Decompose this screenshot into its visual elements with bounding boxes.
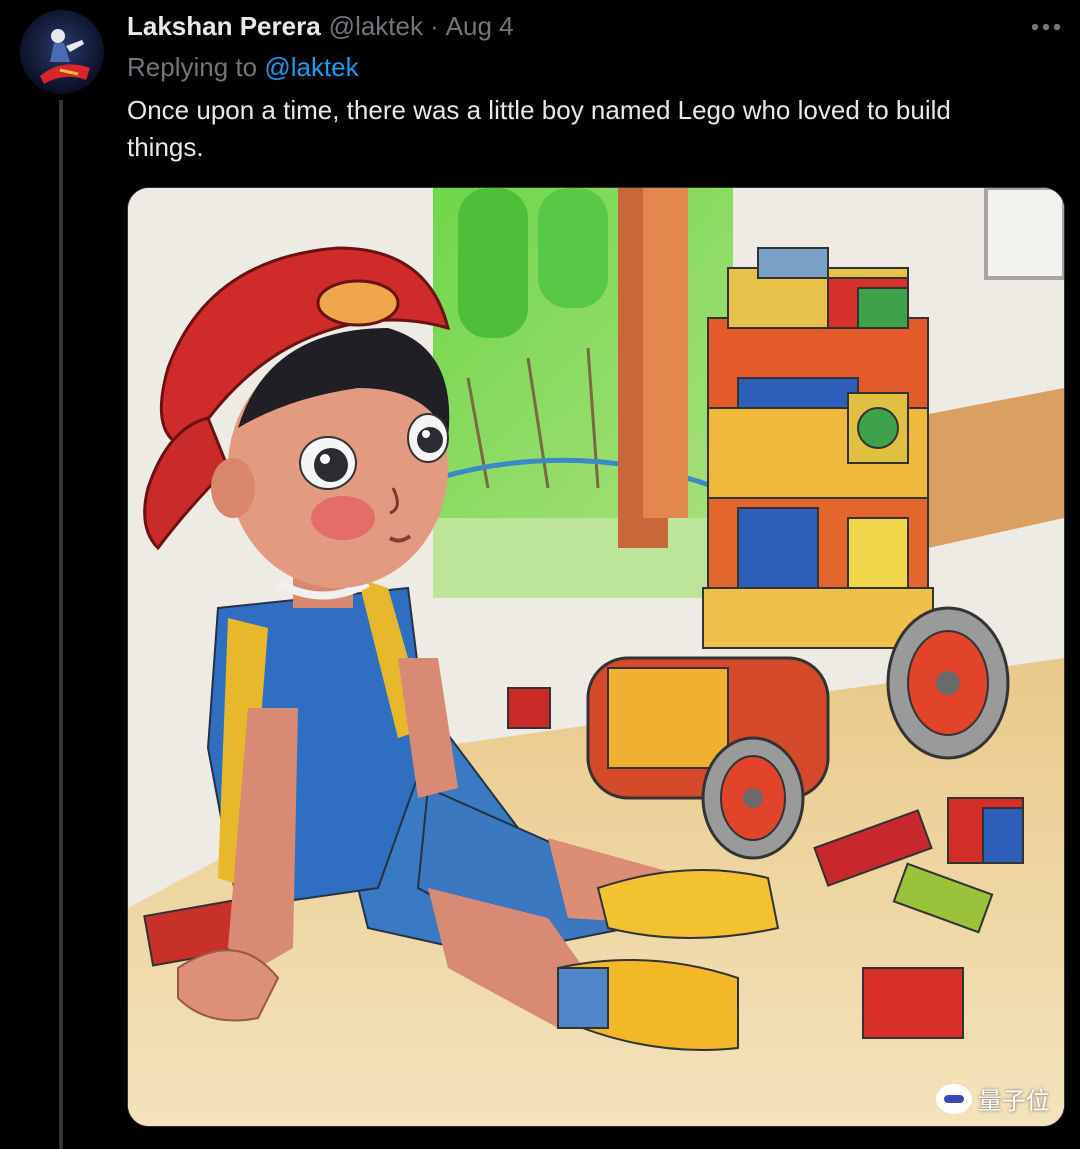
display-name[interactable]: Lakshan Perera: [127, 11, 321, 42]
replying-prefix: Replying to: [127, 52, 258, 82]
wechat-icon: [936, 1083, 972, 1114]
tweet-header: Lakshan Perera @laktek · Aug 4: [127, 8, 514, 44]
separator-dot: ·: [430, 10, 439, 41]
replying-handle-link[interactable]: @laktek: [264, 52, 358, 82]
tweet: Lakshan Perera @laktek · Aug 4 Replying …: [0, 0, 1080, 1149]
avatar[interactable]: [20, 10, 104, 94]
user-handle[interactable]: @laktek: [329, 11, 423, 42]
illustration-boy-with-block-robot: [128, 188, 1064, 1126]
tweet-text: Once upon a time, there was a little boy…: [127, 95, 951, 162]
thread-line: [59, 100, 63, 1149]
tweet-date[interactable]: Aug 4: [446, 11, 514, 42]
replying-to: Replying to @laktek: [127, 52, 359, 83]
more-horizontal-icon[interactable]: [1024, 10, 1068, 44]
watermark-text: 量子位: [978, 1088, 1050, 1115]
avatar-image: [20, 10, 104, 94]
watermark: 量子位: [936, 1081, 1050, 1116]
more-dots-glyph: [1031, 23, 1061, 31]
tweet-media-image[interactable]: 量子位: [127, 187, 1065, 1127]
